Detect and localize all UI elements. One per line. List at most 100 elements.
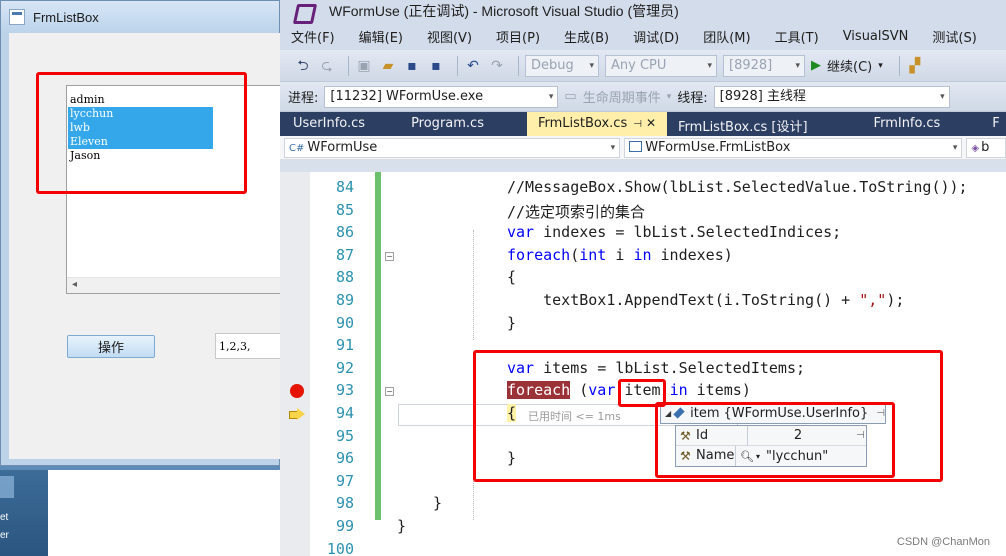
- chevron-down-icon: ▾: [666, 91, 672, 102]
- thread-dropdown[interactable]: [8928] 主线程 ▾: [713, 85, 950, 108]
- lifecycle-events-dropdown[interactable]: 生命周期事件: [583, 87, 661, 106]
- code-text[interactable]: //选定项索引的集合: [507, 201, 645, 222]
- line-number: 94: [335, 404, 354, 422]
- menu-project[interactable]: 项目(P): [496, 27, 540, 46]
- field-value[interactable]: "lycchun": [766, 449, 828, 464]
- magnifier-icon[interactable]: 🔍︎: [740, 450, 754, 463]
- undo-icon[interactable]: ↶: [464, 57, 482, 75]
- code-text[interactable]: }: [397, 517, 406, 535]
- standard-toolbar: ⮌ ⮎ ▣ ▰ ▪ ▪ ↶ ↷ Debug ▾ Any CPU ▾ [8928] ▾ …: [280, 50, 1006, 82]
- menu-view[interactable]: 视图(V): [427, 27, 472, 46]
- tab-overflow[interactable]: F: [981, 112, 1006, 136]
- listbox-hscrollbar[interactable]: ◂: [67, 277, 281, 293]
- code-text[interactable]: textBox1.AppendText(i.ToString() + ",");: [507, 291, 904, 309]
- list-item[interactable]: lycchun: [68, 107, 213, 121]
- tab-program[interactable]: Program.cs: [400, 112, 495, 136]
- form-titlebar[interactable]: FrmListBox: [1, 1, 279, 33]
- menu-file[interactable]: 文件(F): [291, 27, 335, 46]
- code-text[interactable]: foreach(int i in indexes): [507, 246, 733, 264]
- pin-icon[interactable]: ⊣: [856, 430, 865, 441]
- configuration-dropdown[interactable]: Debug ▾: [525, 54, 599, 77]
- menu-tools[interactable]: 工具(T): [775, 27, 819, 46]
- back-icon[interactable]: ⮌: [294, 57, 312, 75]
- close-icon[interactable]: ✕: [646, 116, 656, 130]
- save-icon[interactable]: ▪: [403, 57, 421, 75]
- menu-visualsvn[interactable]: VisualSVN: [843, 29, 909, 44]
- document-tabs: UserInfo.cs Program.cs FrmListBox.cs ⊣ ✕ F…: [280, 112, 1006, 136]
- chevron-down-icon: ▾: [589, 60, 594, 71]
- vs-titlebar[interactable]: WFormUse (正在调试) - Microsoft Visual Studi…: [280, 0, 1006, 22]
- redo-icon[interactable]: ↷: [488, 57, 506, 75]
- process-dropdown[interactable]: [11232] WFormUse.exe ▾: [324, 85, 559, 108]
- save-all-icon[interactable]: ▪: [427, 57, 445, 75]
- code-text[interactable]: }: [507, 449, 516, 467]
- process-value: [11232] WFormUse.exe: [330, 88, 484, 104]
- field-value[interactable]: 2: [748, 428, 848, 443]
- code-text[interactable]: }: [507, 314, 516, 332]
- code-text[interactable]: var indexes = lbList.SelectedIndices;: [507, 223, 841, 241]
- continue-button[interactable]: ▶ 继续(C) ▾: [811, 56, 883, 75]
- code-line: 87 − foreach(int i in indexes): [280, 246, 1006, 269]
- menu-build[interactable]: 生成(B): [564, 27, 609, 46]
- datatip-header[interactable]: ◢ item {WFormUse.UserInfo} ⊣: [661, 403, 885, 423]
- datatip-row[interactable]: ⚒ Id 2 ⊣: [676, 425, 866, 446]
- code-text[interactable]: }: [433, 494, 442, 512]
- tab-frmlistbox[interactable]: FrmListBox.cs ⊣ ✕: [526, 112, 668, 136]
- keyword-token: var: [507, 223, 535, 242]
- process-id-dropdown[interactable]: [8928] ▾: [723, 54, 805, 77]
- menu-debug[interactable]: 调试(D): [633, 27, 679, 46]
- list-item[interactable]: lwb: [68, 121, 213, 135]
- code-text[interactable]: {: [507, 404, 517, 422]
- tab-userinfo[interactable]: UserInfo.cs: [282, 112, 376, 136]
- forward-icon[interactable]: ⮎: [318, 57, 336, 75]
- pin-icon[interactable]: ⊣: [633, 119, 642, 130]
- code-text[interactable]: foreach (var item in items): [507, 381, 751, 400]
- operate-button[interactable]: 操作: [67, 335, 155, 358]
- datatip-row[interactable]: ⚒ Name 🔍︎ ▾ "lycchun": [676, 446, 866, 466]
- class-dropdown[interactable]: WFormUse.FrmListBox ▾: [624, 137, 963, 158]
- code-text[interactable]: var items = lbList.SelectedItems;: [507, 359, 805, 377]
- output-textbox[interactable]: 1,2,3,: [215, 333, 281, 359]
- collapse-icon[interactable]: −: [385, 251, 394, 261]
- platform-dropdown[interactable]: Any CPU ▾: [605, 54, 717, 77]
- open-folder-icon[interactable]: ▰: [379, 57, 397, 75]
- breakpoint-icon[interactable]: [290, 384, 304, 399]
- collapse-triangle-icon[interactable]: ◢: [665, 409, 671, 418]
- member-dropdown[interactable]: ◈ b: [966, 137, 1006, 158]
- list-item[interactable]: admin: [68, 93, 213, 107]
- code-text[interactable]: {: [507, 268, 516, 286]
- tab-frminfo[interactable]: FrmInfo.cs: [863, 112, 952, 136]
- menu-team[interactable]: 团队(M): [703, 27, 750, 46]
- field-name: Name: [696, 446, 736, 466]
- line-number: 96: [335, 449, 354, 468]
- code-line: 92 var items = lbList.SelectedItems;: [280, 359, 1006, 382]
- chevron-down-icon[interactable]: ▾: [756, 452, 760, 461]
- code-text[interactable]: //MessageBox.Show(lbList.SelectedValue.T…: [507, 178, 968, 196]
- lifecycle-events-icon[interactable]: ▭: [564, 89, 576, 104]
- scroll-left-icon[interactable]: ◂: [72, 279, 77, 290]
- code-token: ): [723, 245, 733, 264]
- chevron-down-icon: ▾: [610, 142, 616, 153]
- desktop-icon[interactable]: [0, 476, 14, 498]
- toolbar-separator: [348, 55, 349, 76]
- code-token: );: [886, 291, 905, 309]
- code-editor[interactable]: 84 //MessageBox.Show(lbList.SelectedValu…: [280, 172, 1006, 556]
- project-dropdown[interactable]: C# WFormUse ▾: [284, 137, 621, 158]
- execution-pointer-icon[interactable]: [289, 408, 305, 420]
- collapse-icon[interactable]: −: [385, 387, 394, 397]
- object-icon: [673, 407, 685, 419]
- toolbar-separator: [457, 55, 458, 76]
- background-window: [48, 470, 280, 556]
- user-listbox[interactable]: admin lycchun lwb Eleven Jason ◂: [66, 85, 282, 294]
- pin-icon[interactable]: ⊣: [876, 408, 885, 419]
- toolbox-icon[interactable]: ▞: [906, 57, 924, 75]
- tab-frmlistbox-designer[interactable]: FrmListBox.cs [设计]: [667, 112, 819, 136]
- list-item[interactable]: Eleven: [68, 135, 213, 149]
- datatip[interactable]: ◢ item {WFormUse.UserInfo} ⊣: [660, 402, 886, 424]
- list-item[interactable]: Jason: [68, 149, 213, 163]
- menu-test[interactable]: 测试(S): [932, 27, 976, 46]
- new-project-icon[interactable]: ▣: [355, 57, 373, 75]
- menu-edit[interactable]: 编辑(E): [359, 27, 403, 46]
